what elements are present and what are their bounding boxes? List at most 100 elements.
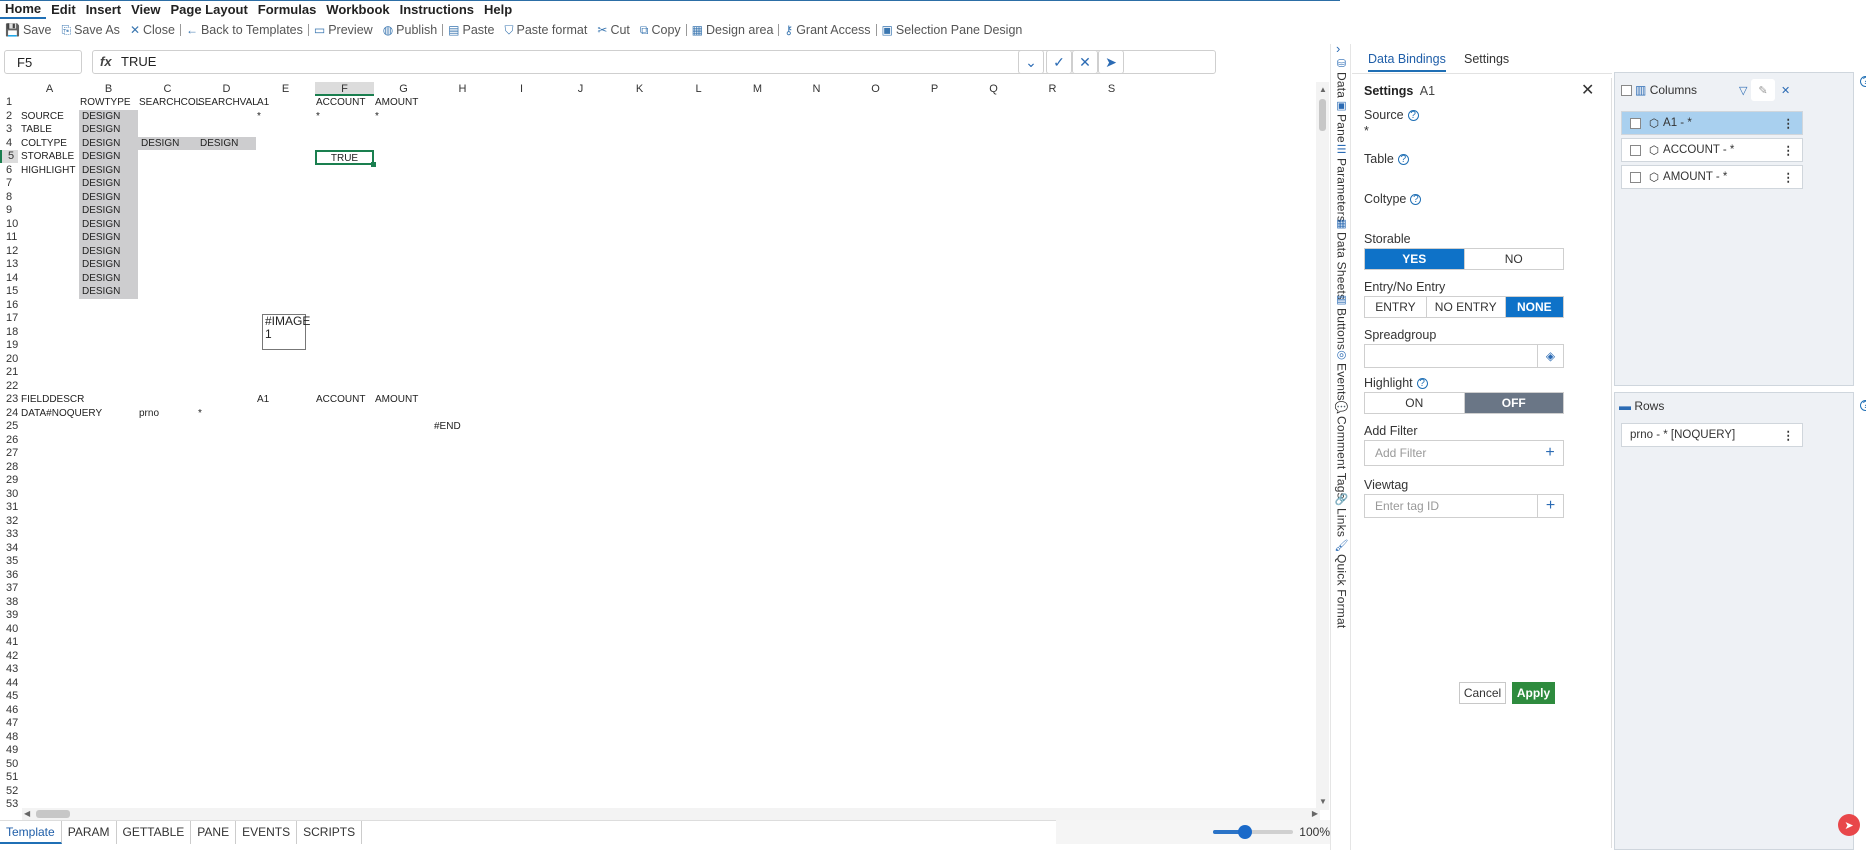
storable-no-option[interactable]: NO [1465,249,1564,269]
cell-a6[interactable]: HIGHLIGHT [21,164,75,178]
spreadgroup-input[interactable]: ◈ [1364,344,1564,368]
column-header-s[interactable]: S [1082,82,1141,96]
row-header-20[interactable]: 20 [0,353,18,366]
cell-b13[interactable]: DESIGN [79,258,138,272]
menu-page-layout[interactable]: Page Layout [165,1,252,18]
cell-b11[interactable]: DESIGN [79,231,138,245]
close-settings-icon[interactable]: ✕ [1581,80,1594,100]
column-item[interactable]: ⬡ AMOUNT - * ⋮ [1621,165,1803,189]
menu-insert[interactable]: Insert [81,1,126,18]
cell-c4[interactable]: DESIGN [138,136,197,150]
toolbar-selection-pane-design-button[interactable]: ▣ Selection Pane Design [877,23,1028,37]
toolbar-copy-button[interactable]: ⧉ Copy [635,23,686,38]
row-header-42[interactable]: 42 [0,650,18,663]
cell-a24[interactable]: DATA#NOQUERY [21,407,102,421]
row-header-36[interactable]: 36 [0,569,18,582]
feedback-icon[interactable]: ➤ [1838,814,1860,836]
cell-c1[interactable]: SEARCHCOL [139,96,201,110]
toolbar-cut-button[interactable]: ✂ Cut [592,23,635,37]
column-header-r[interactable]: R [1023,82,1082,96]
cell-a5[interactable]: STORABLE [21,150,74,164]
column-header-f[interactable]: F [315,82,374,96]
highlight-off-option[interactable]: OFF [1464,393,1563,413]
row-header-43[interactable]: 43 [0,663,18,676]
column-header-d[interactable]: D [197,82,256,96]
cell-f2[interactable]: * [316,110,320,124]
row-header-51[interactable]: 51 [0,771,18,784]
tab-data-bindings[interactable]: Data Bindings [1368,52,1446,72]
row-header-38[interactable]: 38 [0,596,18,609]
column-header-m[interactable]: M [728,82,787,96]
menu-workbook[interactable]: Workbook [321,1,394,18]
cell-e23[interactable]: A1 [257,393,269,407]
row-header-24[interactable]: 24 [0,407,18,420]
add-viewtag-button[interactable]: + [1537,494,1563,518]
cell-b8[interactable]: DESIGN [79,190,138,204]
row-header-25[interactable]: 25 [0,420,18,433]
cell-a23[interactable]: FIELDDESCR [21,393,84,407]
toolbar-design-area-button[interactable]: ▦ Design area [687,23,779,37]
row-header-47[interactable]: 47 [0,717,18,730]
column-item-checkbox[interactable] [1630,144,1641,156]
side-tab-pane[interactable]: ▣ Pane [1333,100,1350,143]
cell-b14[interactable]: DESIGN [79,271,138,285]
column-header-e[interactable]: E [256,82,315,96]
row-header-49[interactable]: 49 [0,744,18,757]
row-header-6[interactable]: 6 [0,164,18,177]
columns-help-icon[interactable]: ? [1860,76,1866,87]
row-header-29[interactable]: 29 [0,474,18,487]
cell-b1[interactable]: ROWTYPE [80,96,131,110]
sheet-tab-gettable[interactable]: GETTABLE [117,821,192,844]
row-header-28[interactable]: 28 [0,461,18,474]
row-header-52[interactable]: 52 [0,785,18,798]
row-header-17[interactable]: 17 [0,312,18,325]
toolbar-close-button[interactable]: ✕ Close [125,23,180,37]
selected-cell[interactable]: TRUE [315,150,376,166]
cell-b6[interactable]: DESIGN [79,163,138,177]
row-header-14[interactable]: 14 [0,272,18,285]
row-header-5[interactable]: 5 [0,150,18,163]
sheet-tab-pane[interactable]: PANE [191,821,237,844]
column-item[interactable]: ⬡ ACCOUNT - * ⋮ [1621,138,1803,162]
sheet-tab-scripts[interactable]: SCRIPTS [297,821,363,844]
row-header-3[interactable]: 3 [0,123,18,136]
toolbar-preview-button[interactable]: ▭ Preview [309,23,378,37]
column-header-p[interactable]: P [905,82,964,96]
menu-edit[interactable]: Edit [46,1,81,18]
menu-home[interactable]: Home [0,0,47,19]
tab-settings[interactable]: Settings [1464,52,1509,66]
cell-e2[interactable]: * [257,110,261,124]
side-tab-links[interactable]: 🔗 Links [1333,494,1350,537]
cell-h25[interactable]: #END [434,420,461,434]
row-header-18[interactable]: 18 [0,326,18,339]
row-header-40[interactable]: 40 [0,623,18,636]
toolbar-grant-access-button[interactable]: ⚷ Grant Access [779,23,875,37]
clear-icon[interactable]: ✕ [1781,84,1790,97]
cell-a3[interactable]: TABLE [21,123,52,137]
column-header-b[interactable]: B [79,82,138,96]
menu-help[interactable]: Help [479,1,517,18]
column-item-checkbox[interactable] [1630,171,1641,183]
help-icon[interactable]: ? [1416,378,1428,389]
add-filter-button[interactable]: + [1537,440,1563,466]
add-filter-input[interactable]: Add Filter + [1364,440,1564,466]
column-header-o[interactable]: O [846,82,905,96]
column-header-i[interactable]: I [492,82,551,96]
menu-view[interactable]: View [126,1,165,18]
vertical-scroll-thumb[interactable] [1319,99,1326,131]
cell-a2[interactable]: SOURCE [21,110,64,124]
apply-button[interactable]: Apply [1512,682,1555,704]
cell-b3[interactable]: DESIGN [79,123,138,137]
side-tab-events[interactable]: ◎ Events [1333,349,1350,401]
row-header-39[interactable]: 39 [0,609,18,622]
row-header-53[interactable]: 53 [0,798,18,808]
help-icon[interactable]: ? [1397,154,1409,165]
row-header-22[interactable]: 22 [0,380,18,393]
filter-icon[interactable]: ▽ [1739,84,1747,97]
cell-b4[interactable]: DESIGN [79,136,138,150]
viewtag-input[interactable]: Enter tag ID + [1364,494,1564,518]
cancel-button[interactable]: Cancel [1459,682,1506,704]
collapse-chevron-icon[interactable]: › [1336,41,1340,56]
row-header-32[interactable]: 32 [0,515,18,528]
highlight-on-option[interactable]: ON [1365,393,1465,413]
